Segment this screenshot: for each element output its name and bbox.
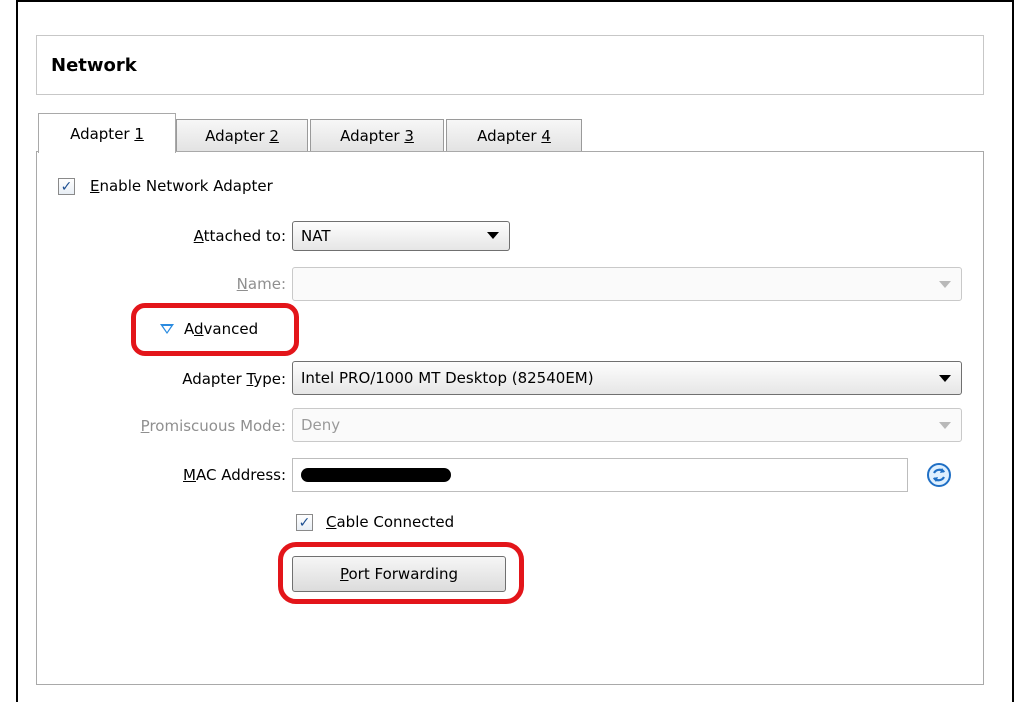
tab-adapter-1[interactable]: Adapter 1 xyxy=(38,113,176,153)
port-forwarding-button[interactable]: Port Forwarding xyxy=(292,556,506,592)
tab-adapter-2[interactable]: Adapter 2 xyxy=(176,119,308,152)
chevron-down-icon xyxy=(939,375,951,382)
enable-network-adapter-checkbox[interactable]: ✓ xyxy=(58,178,75,195)
mac-address-label: MAC Address: xyxy=(183,466,286,484)
attached-to-select[interactable]: NAT xyxy=(292,221,510,251)
name-select[interactable] xyxy=(292,267,962,301)
refresh-icon[interactable] xyxy=(926,462,952,488)
tab-adapter-3[interactable]: Adapter 3 xyxy=(310,119,444,152)
tab-label: Adapter 4 xyxy=(477,127,551,145)
checkmark-icon: ✓ xyxy=(60,178,73,195)
adapter-type-value: Intel PRO/1000 MT Desktop (82540EM) xyxy=(301,369,594,387)
tab-label: Adapter 3 xyxy=(340,127,414,145)
chevron-down-icon xyxy=(939,422,951,429)
promiscuous-mode-label: Promiscuous Mode: xyxy=(140,417,286,435)
cable-connected-label: Cable Connected xyxy=(326,513,455,531)
tab-label: Adapter 2 xyxy=(205,127,279,145)
section-title: Network xyxy=(51,54,137,76)
adapter-type-label: Adapter Type: xyxy=(182,370,286,388)
promiscuous-mode-value: Deny xyxy=(301,416,341,434)
tab-label: Adapter 1 xyxy=(70,124,144,143)
port-forwarding-label: Port Forwarding xyxy=(339,565,459,583)
tab-adapter-4[interactable]: Adapter 4 xyxy=(446,119,582,152)
cable-connected-checkbox[interactable]: ✓ xyxy=(296,514,313,531)
name-label: Name: xyxy=(236,275,286,293)
attached-to-value: NAT xyxy=(301,227,331,245)
chevron-down-icon xyxy=(939,281,951,288)
enable-network-adapter-label: Enable Network Adapter xyxy=(90,177,273,195)
attached-to-label: Attached to: xyxy=(193,227,286,245)
section-header: Network xyxy=(36,35,984,95)
triangle-down-icon[interactable] xyxy=(160,324,174,334)
adapter-type-select[interactable]: Intel PRO/1000 MT Desktop (82540EM) xyxy=(292,361,962,395)
chevron-down-icon xyxy=(487,232,499,239)
advanced-toggle[interactable]: Advanced xyxy=(184,320,258,338)
mac-address-field[interactable] xyxy=(292,458,908,492)
promiscuous-mode-select[interactable]: Deny xyxy=(292,408,962,442)
redaction-bar xyxy=(301,468,451,482)
checkmark-icon: ✓ xyxy=(298,514,311,531)
